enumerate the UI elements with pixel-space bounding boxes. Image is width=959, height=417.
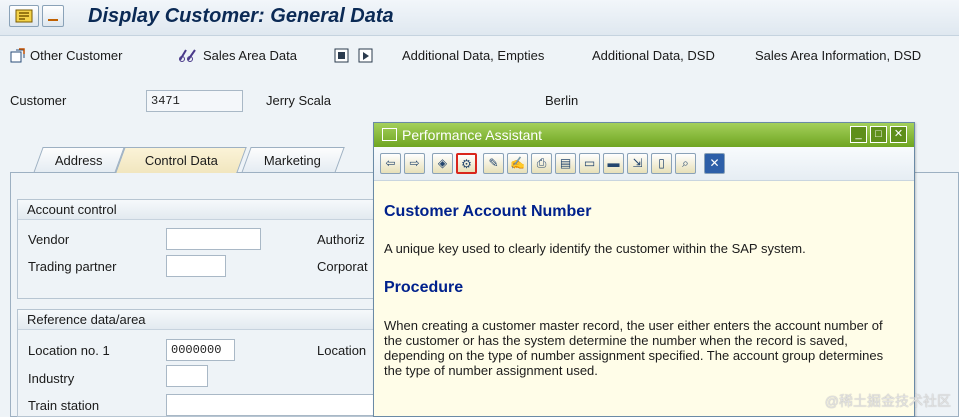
performance-assistant-toolbar: ⇦ ⇨ ◈ ⚙ ✎ ✍ ⎙ ▤ ▭ ▬ ⇲ ▯ ⌕ ✕ xyxy=(374,147,914,181)
watermark: @稀土掘金技术社区 xyxy=(824,393,951,409)
sales-area-information-dsd-button[interactable]: Sales Area Information, DSD xyxy=(755,48,921,63)
other-customer-label: Other Customer xyxy=(30,48,123,63)
reference-data-group: Reference data/area Location no. 1 00000… xyxy=(17,309,417,417)
help-heading: Customer Account Number xyxy=(384,203,592,220)
technical-info-icon[interactable]: ⚙ xyxy=(456,153,477,174)
trading-partner-label: Trading partner xyxy=(28,259,117,274)
industry-label: Industry xyxy=(28,371,75,386)
tab-address-label: Address xyxy=(54,153,103,168)
link-icon[interactable]: ▭ xyxy=(579,153,600,174)
tab-control-data-label: Control Data xyxy=(144,153,218,168)
industry-field[interactable] xyxy=(166,365,208,387)
back-arrow-icon[interactable]: ⇦ xyxy=(380,153,401,174)
train-station-label: Train station xyxy=(28,398,100,413)
comment-icon[interactable]: ✍ xyxy=(507,153,528,174)
window-options-icon[interactable] xyxy=(42,5,64,27)
find-icon[interactable]: ⌕ xyxy=(675,153,696,174)
contents-icon[interactable]: ▤ xyxy=(555,153,576,174)
trading-partner-field[interactable] xyxy=(166,255,226,277)
previous-page-icon[interactable] xyxy=(334,48,349,63)
help-intro-text: A unique key used to clearly identify th… xyxy=(384,241,806,256)
reference-data-title: Reference data/area xyxy=(18,310,416,330)
additional-data-dsd-label: Additional Data, DSD xyxy=(592,48,715,63)
location-no-label: Location no. 1 xyxy=(28,343,110,358)
tab-control-data[interactable]: Control Data xyxy=(115,147,247,173)
glasses-icon xyxy=(178,48,198,63)
page-title: Display Customer: General Data xyxy=(88,5,394,27)
performance-assistant-window: Performance Assistant _ □ ✕ ⇦ ⇨ ◈ ⚙ ✎ ✍ … xyxy=(373,122,915,417)
sales-area-data-button[interactable]: Sales Area Data xyxy=(178,48,297,63)
sales-area-information-dsd-label: Sales Area Information, DSD xyxy=(755,48,922,63)
close-help-icon[interactable]: ✕ xyxy=(704,153,725,174)
performance-assistant-titlebar[interactable]: Performance Assistant xyxy=(374,123,914,147)
help-window-icon xyxy=(382,128,397,141)
additional-data-dsd-button[interactable]: Additional Data, DSD xyxy=(592,48,715,63)
page-icon[interactable]: ▯ xyxy=(651,153,672,174)
forward-arrow-icon[interactable]: ⇨ xyxy=(404,153,425,174)
performance-assistant-title: Performance Assistant xyxy=(402,127,543,143)
customer-label: Customer xyxy=(10,93,67,108)
performance-assistant-content: Customer Account Number A unique key use… xyxy=(374,181,914,416)
title-bar: Display Customer: General Data xyxy=(0,0,959,36)
location-no-field[interactable]: 0000000 xyxy=(166,339,235,361)
tab-address[interactable]: Address xyxy=(33,147,125,173)
tab-marketing-label: Marketing xyxy=(264,153,322,168)
document-icon[interactable]: ▬ xyxy=(603,153,624,174)
train-station-field[interactable] xyxy=(166,394,386,416)
sales-area-data-label: Sales Area Data xyxy=(203,48,297,63)
menu-icon[interactable] xyxy=(9,5,39,27)
location-label: Location xyxy=(317,343,367,358)
customer-number-field[interactable]: 3471 xyxy=(146,90,243,112)
minimize-icon[interactable]: _ xyxy=(850,126,867,143)
edit-icon[interactable]: ✎ xyxy=(483,153,504,174)
other-customer-button[interactable]: Other Customer xyxy=(10,48,122,63)
additional-data-empties-label: Additional Data, Empties xyxy=(402,48,545,63)
print-icon[interactable]: ⎙ xyxy=(531,153,552,174)
application-toolbar: Other Customer Sales Area Data Additiona… xyxy=(0,36,959,78)
authoriz-label: Authoriz xyxy=(317,232,365,247)
customer-city: Berlin xyxy=(545,93,579,108)
vendor-label: Vendor xyxy=(28,232,70,247)
corporat-label: Corporat xyxy=(317,259,368,274)
procedure-text: When creating a customer master record, … xyxy=(384,318,884,378)
customer-name: Jerry Scala xyxy=(266,93,332,108)
account-control-group: Account control Vendor Authoriz Trading … xyxy=(17,199,417,299)
tab-marketing[interactable]: Marketing xyxy=(241,147,345,173)
account-control-title: Account control xyxy=(18,200,416,220)
maximize-icon[interactable]: □ xyxy=(870,126,887,143)
other-object-icon xyxy=(10,48,25,63)
application-help-icon[interactable]: ◈ xyxy=(432,153,453,174)
export-icon[interactable]: ⇲ xyxy=(627,153,648,174)
additional-data-empties-button[interactable]: Additional Data, Empties xyxy=(402,48,544,63)
vendor-field[interactable] xyxy=(166,228,261,250)
next-page-icon[interactable] xyxy=(358,48,373,63)
close-icon[interactable]: ✕ xyxy=(890,126,907,143)
procedure-heading: Procedure xyxy=(384,279,464,296)
